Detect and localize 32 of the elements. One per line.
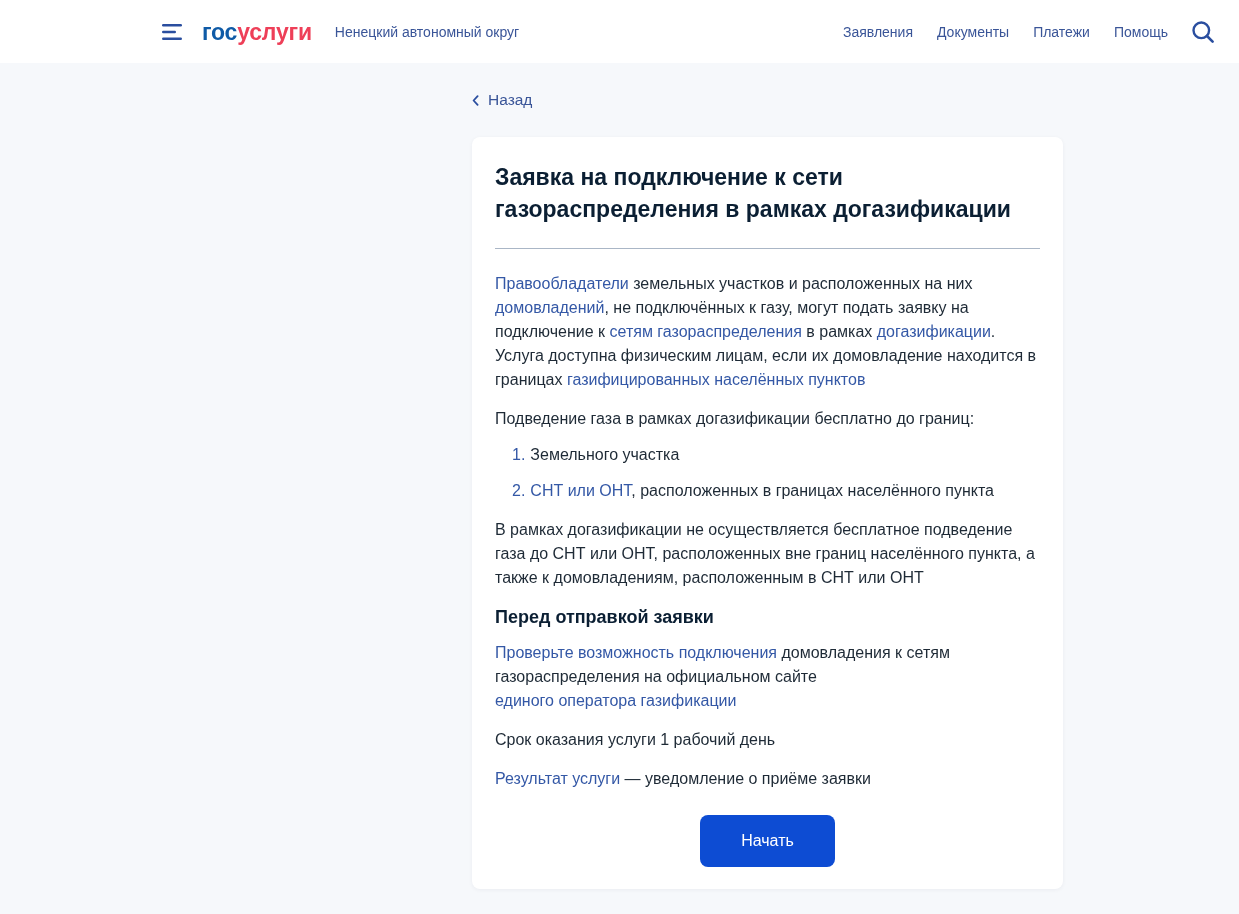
card-title: Заявка на подключение к сети газораспределения в рамках догазификации: [495, 163, 1012, 224]
text-link[interactable]: догазификации: [876, 323, 991, 340]
list-item-text: Земельного участка: [530, 445, 680, 465]
text-link[interactable]: домовладений: [495, 299, 605, 316]
search-icon[interactable]: [1192, 20, 1214, 43]
paragraph-text: Результат услуги — уведомление о приёме заявки: [495, 769, 872, 789]
paragraph-text: Правообладатели земельных участков и расположенных на них домовладений, не подключённых к газу, могут подать заявку на подключение к сетям газораспределения в рамках догазификации. Услуга доступна физическим лицам, если их домовладение находится в границах газифицированных населённых пунктов: [495, 274, 1038, 390]
logo[interactable]: госуслуги: [202, 17, 312, 46]
paragraph-text: В рамках догазификации не осуществляется бесплатное подведение газа до СНТ или ОНТ, расположенных вне границ населённого пункта, а также к домовладениям, расположенным в СНТ или ОНТ: [495, 520, 1036, 588]
section-heading: Перед отправкой заявки: [495, 606, 715, 629]
nav-link[interactable]: Платежи: [1033, 21, 1090, 42]
list-item-text: СНТ или ОНТ, расположенных в границах населённого пункта: [530, 481, 994, 501]
text-link[interactable]: Правообладатели: [495, 275, 629, 292]
start-button[interactable]: Начать: [700, 815, 835, 867]
nav-link[interactable]: Заявления: [842, 21, 913, 42]
text-link[interactable]: СНТ или ОНТ: [530, 482, 632, 499]
list-number: 1.: [512, 445, 526, 465]
back-link[interactable]: Назад: [472, 90, 533, 110]
text-link[interactable]: газифицированных населённых пунктов: [566, 371, 866, 388]
region-link[interactable]: Ненецкий автономный округ: [334, 21, 520, 42]
nav-link[interactable]: Документы: [936, 21, 1010, 42]
text-link[interactable]: Проверьте возможность подключения: [495, 644, 777, 661]
paragraph-text: Проверьте возможность подключения домовладения к сетям газораспределения на официальном сайте единого оператора газификации: [495, 643, 951, 711]
text-link[interactable]: сетям газораспределения: [609, 323, 802, 340]
paragraph-text: Срок оказания услуги 1 рабочий день: [495, 730, 777, 750]
chevron-left-icon: [472, 94, 479, 106]
text-link[interactable]: единого оператора газификации: [495, 692, 737, 709]
menu-icon[interactable]: [162, 23, 182, 40]
text-link[interactable]: Результат услуги: [495, 770, 621, 787]
paragraph-text: Подведение газа в рамках догазификации бесплатно до границ:: [495, 409, 976, 429]
nav-link[interactable]: Помощь: [1113, 21, 1168, 42]
list-number: 2.: [512, 481, 526, 501]
